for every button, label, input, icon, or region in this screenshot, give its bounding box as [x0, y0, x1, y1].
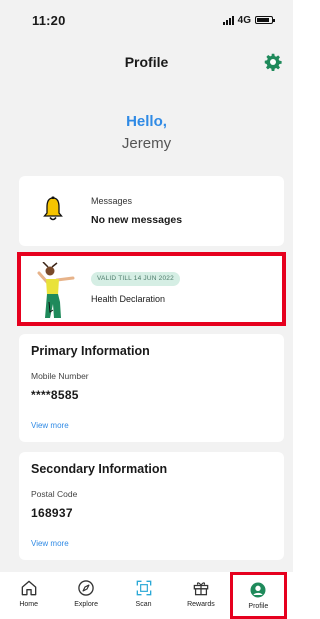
mobile-number-value: ****8585: [31, 388, 79, 402]
page-title: Profile: [124, 54, 169, 70]
compass-icon: [78, 580, 94, 596]
nav-scan[interactable]: Scan: [115, 572, 172, 619]
health-declaration-card[interactable]: VALID TILL 14 JUN 2022 Health Declaratio…: [17, 252, 286, 326]
health-declaration-title: Health Declaration: [91, 294, 166, 304]
secondary-information-card: Secondary Information Postal Code 168937…: [19, 452, 284, 560]
greeting-name: Jeremy: [121, 135, 172, 152]
nav-scan-label: Scan: [135, 601, 152, 608]
secondary-title: Secondary Information: [31, 462, 168, 476]
signal-icon: [222, 15, 234, 25]
home-icon: [21, 580, 37, 596]
settings-button[interactable]: [263, 52, 283, 72]
header: Profile: [0, 44, 293, 80]
nav-profile[interactable]: Profile: [229, 572, 288, 619]
network-type: 4G: [237, 14, 251, 26]
gift-icon: [193, 582, 209, 596]
battery-icon: [255, 16, 275, 24]
nav-profile-label: Profile: [248, 603, 269, 610]
status-time: 11:20: [32, 12, 66, 28]
primary-information-card: Primary Information Mobile Number ****85…: [19, 334, 284, 442]
validity-badge: VALID TILL 14 JUN 2022: [91, 272, 180, 286]
bottom-navigation: Home Explore Scan Rewards Profile: [0, 572, 293, 619]
profile-icon: [250, 582, 266, 598]
primary-title: Primary Information: [31, 344, 150, 358]
app-screen: 11:20 4G Profile Hello, Jeremy Messages …: [0, 0, 293, 619]
status-indicators: 4G: [222, 14, 275, 26]
nav-rewards[interactable]: Rewards: [172, 572, 229, 619]
primary-view-more-link[interactable]: View more: [31, 421, 69, 430]
messages-label: Messages: [91, 196, 133, 206]
nav-home-label: Home: [19, 601, 39, 608]
status-bar: 11:20 4G: [0, 0, 293, 40]
greeting-hello: Hello,: [126, 113, 167, 130]
nav-explore[interactable]: Explore: [57, 572, 114, 619]
nav-rewards-label: Rewards: [187, 601, 215, 608]
messages-card[interactable]: Messages No new messages: [19, 176, 284, 246]
postal-code-value: 168937: [31, 506, 73, 520]
nav-explore-label: Explore: [74, 601, 98, 608]
messages-value: No new messages: [91, 214, 183, 226]
secondary-view-more-link[interactable]: View more: [31, 539, 69, 548]
mobile-number-label: Mobile Number: [31, 371, 89, 381]
nav-home[interactable]: Home: [0, 572, 57, 619]
gear-icon: [264, 53, 282, 71]
health-figure-icon: [37, 262, 75, 318]
postal-code-label: Postal Code: [31, 489, 78, 499]
greeting: Hello, Jeremy: [0, 112, 293, 156]
bell-icon: [43, 196, 63, 221]
scan-icon: [136, 580, 151, 596]
